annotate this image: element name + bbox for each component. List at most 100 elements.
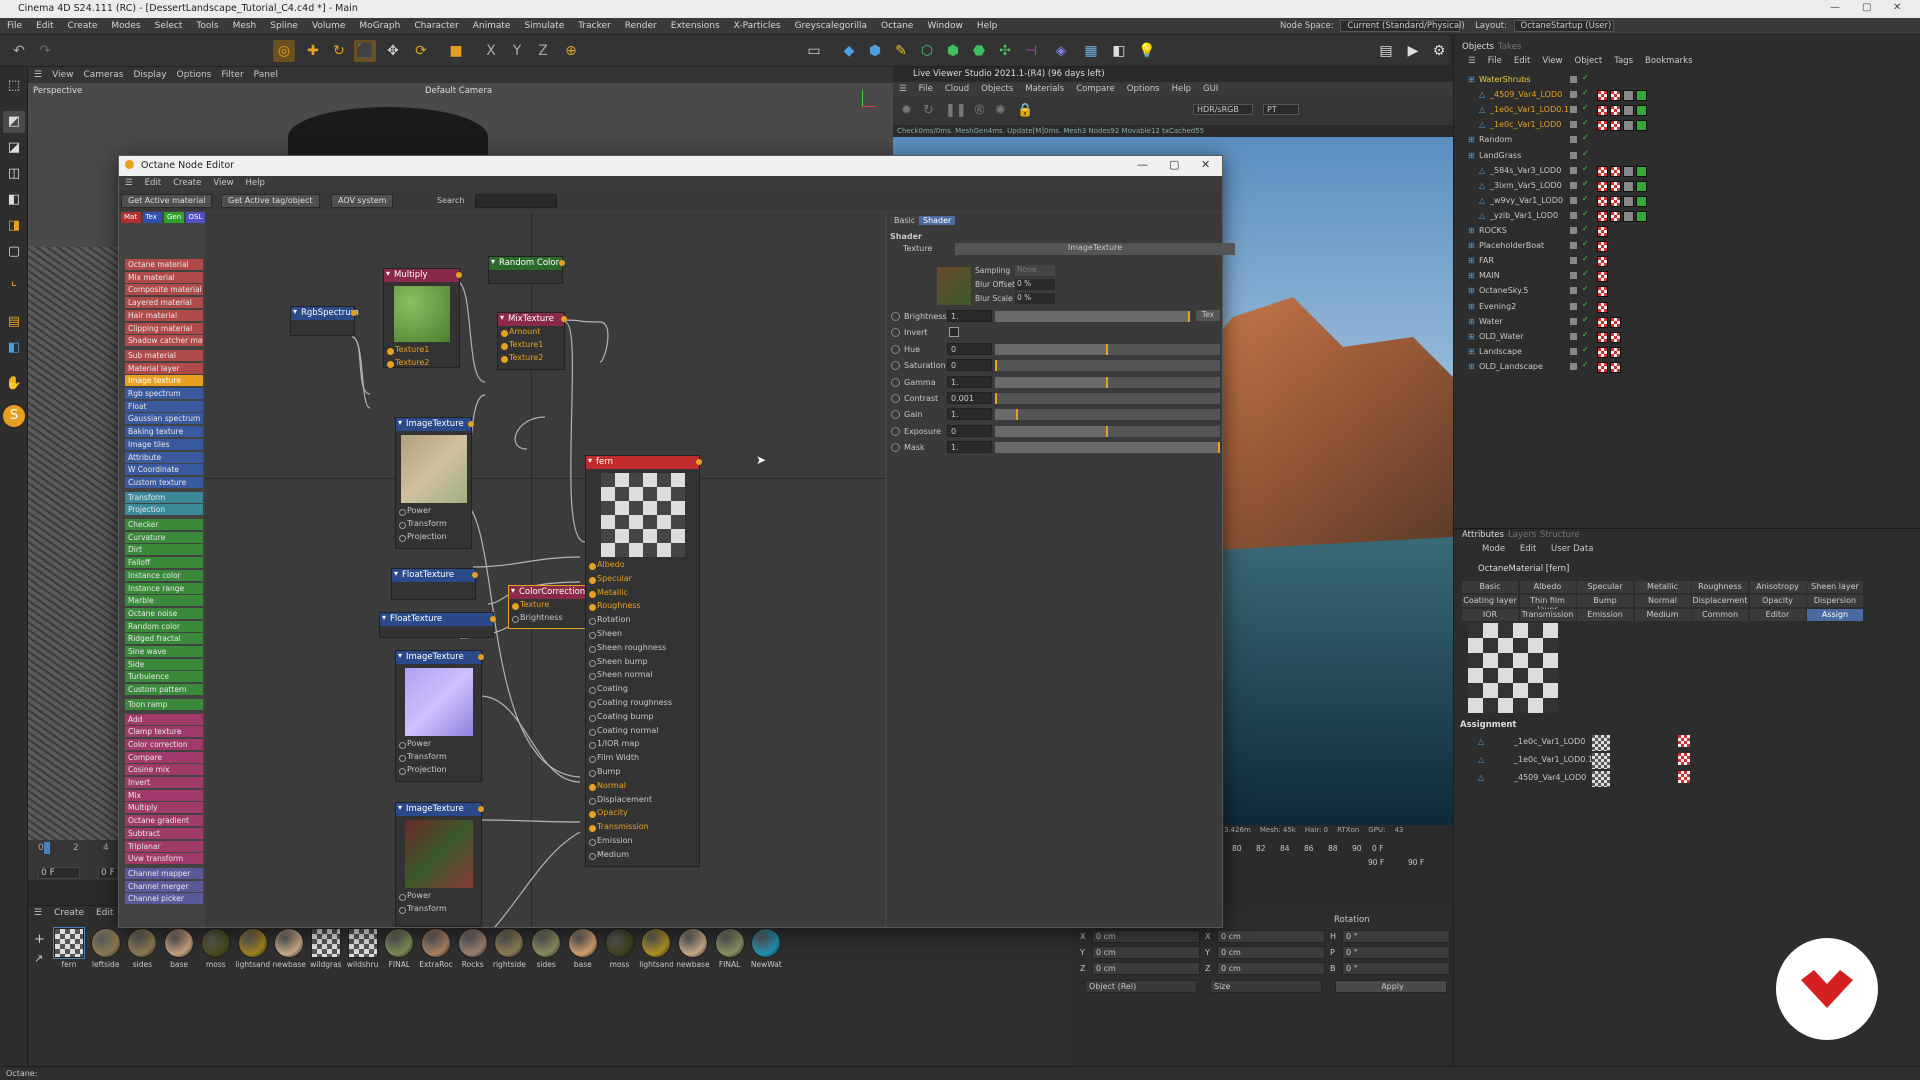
pin-texture1[interactable]: Texture1 xyxy=(384,344,459,357)
material-tag-icon[interactable] xyxy=(1678,753,1690,765)
node-list-item[interactable]: Image tiles xyxy=(125,438,203,450)
lv-menu-objects[interactable]: Objects xyxy=(975,82,1019,94)
node-list-item[interactable]: Image texture xyxy=(125,375,203,387)
ne-menu-icon[interactable]: ☰ xyxy=(119,176,139,188)
object-row[interactable]: △ _w9vy_Var1_LOD0 ✓ xyxy=(1462,194,1920,209)
tag-icon[interactable] xyxy=(1610,361,1621,373)
lv-menu-icon[interactable]: ☰ xyxy=(893,82,913,94)
material-swatch[interactable]: moss xyxy=(199,928,233,969)
coord-field[interactable]: 0 cm xyxy=(1092,930,1200,943)
render-region-icon[interactable]: ▭ xyxy=(803,40,825,62)
attr-tab-common[interactable]: Common xyxy=(1692,609,1748,621)
coord-field[interactable]: 0 cm xyxy=(1217,930,1325,943)
visibility-icon[interactable] xyxy=(1570,136,1577,144)
visibility-icon[interactable] xyxy=(1570,242,1577,250)
tag-icon[interactable] xyxy=(1623,195,1634,207)
pin-sheen-bump[interactable]: Sheen bump xyxy=(586,656,699,670)
coord-mode-select[interactable]: Object (Rel) xyxy=(1085,980,1197,993)
tag-icon[interactable] xyxy=(1597,210,1608,222)
tag-icon[interactable] xyxy=(1597,90,1608,102)
tag-icon[interactable] xyxy=(1636,105,1647,117)
tag-icon[interactable] xyxy=(1597,301,1608,313)
object-row[interactable]: ⊞ Evening2 ✓ xyxy=(1462,300,1920,315)
reload-icon[interactable]: ↻ xyxy=(923,103,934,118)
node-list-item[interactable]: Subtract xyxy=(125,827,203,839)
assigned-object-name[interactable]: _1e0c_Var1_LOD0.1 xyxy=(1514,755,1593,764)
node-list-item[interactable]: Checker xyxy=(125,519,203,530)
playhead[interactable] xyxy=(44,842,50,854)
check-icon[interactable]: ✓ xyxy=(1582,118,1589,127)
menu-spline[interactable]: Spline xyxy=(263,18,305,31)
tag-icon[interactable] xyxy=(1610,165,1621,177)
object-row[interactable]: △ _3ixm_Var5_LOD0 ✓ xyxy=(1462,179,1920,194)
menu-mograph[interactable]: MoGraph xyxy=(352,18,407,31)
material-swatch[interactable]: wildgras xyxy=(309,928,343,969)
material-swatch[interactable]: FINAL xyxy=(382,928,416,969)
object-row[interactable]: △ _yzib_Var1_LOD0 ✓ xyxy=(1462,209,1920,224)
lock-icon[interactable]: 🔒 xyxy=(1017,103,1033,118)
start-frame-field[interactable]: 0 F xyxy=(38,867,80,879)
output-pin[interactable] xyxy=(478,654,484,660)
menu-volume[interactable]: Volume xyxy=(305,18,352,31)
pin-1-ior-map[interactable]: 1/IOR map xyxy=(586,738,699,752)
node-category-gen[interactable]: Gen xyxy=(164,212,184,223)
shader-param-slider[interactable] xyxy=(995,311,1190,322)
points-mode-icon[interactable]: ◫ xyxy=(3,163,25,185)
menu-x-particles[interactable]: X-Particles xyxy=(727,18,788,31)
object-row[interactable]: △ _4509_Var4_LOD0 ✓ xyxy=(1462,88,1920,103)
viewport-menu-display[interactable]: Display xyxy=(128,67,171,80)
tag-icon[interactable] xyxy=(1636,195,1647,207)
shader-param-value[interactable]: 0 xyxy=(947,424,992,437)
node-list-item[interactable]: Color correction xyxy=(125,738,203,750)
material-swatch[interactable]: base xyxy=(566,928,600,969)
shader-param-value[interactable]: 1. xyxy=(947,310,992,322)
output-pin[interactable] xyxy=(559,260,565,266)
tab-shader[interactable]: Shader xyxy=(919,216,956,225)
mograph-cloner-icon[interactable]: ✣ xyxy=(994,40,1016,62)
visibility-icon[interactable] xyxy=(1570,151,1577,159)
tag-icon[interactable] xyxy=(1636,210,1647,222)
pin-brightness[interactable]: Brightness xyxy=(509,612,597,625)
pin-texture2[interactable]: Texture2 xyxy=(498,352,564,365)
menu-create[interactable]: Create xyxy=(61,18,105,31)
node-list-item[interactable]: Side xyxy=(125,658,203,670)
obj-menu-file[interactable]: File xyxy=(1482,55,1508,66)
tag-icon[interactable] xyxy=(1610,195,1621,207)
shader-param-slider[interactable] xyxy=(995,393,1220,404)
attr-tab-metallic[interactable]: Metallic xyxy=(1634,581,1691,593)
x-axis-icon[interactable]: X xyxy=(480,40,502,62)
visibility-icon[interactable] xyxy=(1570,76,1577,83)
coord-field[interactable]: 0 ° xyxy=(1342,930,1450,943)
matmgr-menu-item[interactable]: Create xyxy=(48,905,90,918)
check-icon[interactable]: ✓ xyxy=(1582,284,1589,293)
node-list-item[interactable]: Rgb spectrum xyxy=(125,388,203,399)
tag-icon[interactable] xyxy=(1597,241,1608,253)
output-pin[interactable] xyxy=(696,459,702,465)
shader-param-value[interactable]: 0.001 xyxy=(947,392,992,404)
shader-param-value[interactable]: 1. xyxy=(947,408,992,421)
check-icon[interactable]: ✓ xyxy=(1582,224,1589,233)
move-tool-icon[interactable]: ✚ xyxy=(302,40,324,62)
visibility-icon[interactable] xyxy=(1570,121,1577,129)
viewport-menu-panel[interactable]: Panel xyxy=(249,67,283,80)
shader-param-value[interactable]: 1. xyxy=(947,441,992,454)
node-list-item[interactable]: Cosine mix xyxy=(125,764,203,776)
node-float-texture-2[interactable]: FloatTexture xyxy=(379,612,496,638)
visibility-icon[interactable] xyxy=(1570,272,1577,280)
node-list-item[interactable]: Curvature xyxy=(125,531,203,543)
keyframe-icon[interactable] xyxy=(891,344,900,354)
transform-tool-icon[interactable]: ✥ xyxy=(382,40,404,62)
keyframe-icon[interactable] xyxy=(891,410,900,420)
attr-tab-emission[interactable]: Emission xyxy=(1577,609,1633,621)
node-list-item[interactable]: Marble xyxy=(125,595,203,607)
pin-projection[interactable]: Projection xyxy=(396,531,471,544)
tag-icon[interactable] xyxy=(1610,346,1621,358)
node-mix-texture[interactable]: MixTexture Amount Texture1 Texture2 xyxy=(497,312,567,370)
pin-coating-normal[interactable]: Coating normal xyxy=(586,725,699,739)
texture-tag-icon[interactable] xyxy=(1592,735,1610,751)
min-frame-field[interactable]: 0 F xyxy=(98,867,118,879)
light-icon[interactable]: 💡 xyxy=(1136,40,1158,62)
pin-opacity[interactable]: Opacity xyxy=(586,807,699,821)
node-list-item[interactable]: Channel merger xyxy=(125,880,203,892)
attr-tab-ior[interactable]: IOR xyxy=(1462,609,1518,621)
